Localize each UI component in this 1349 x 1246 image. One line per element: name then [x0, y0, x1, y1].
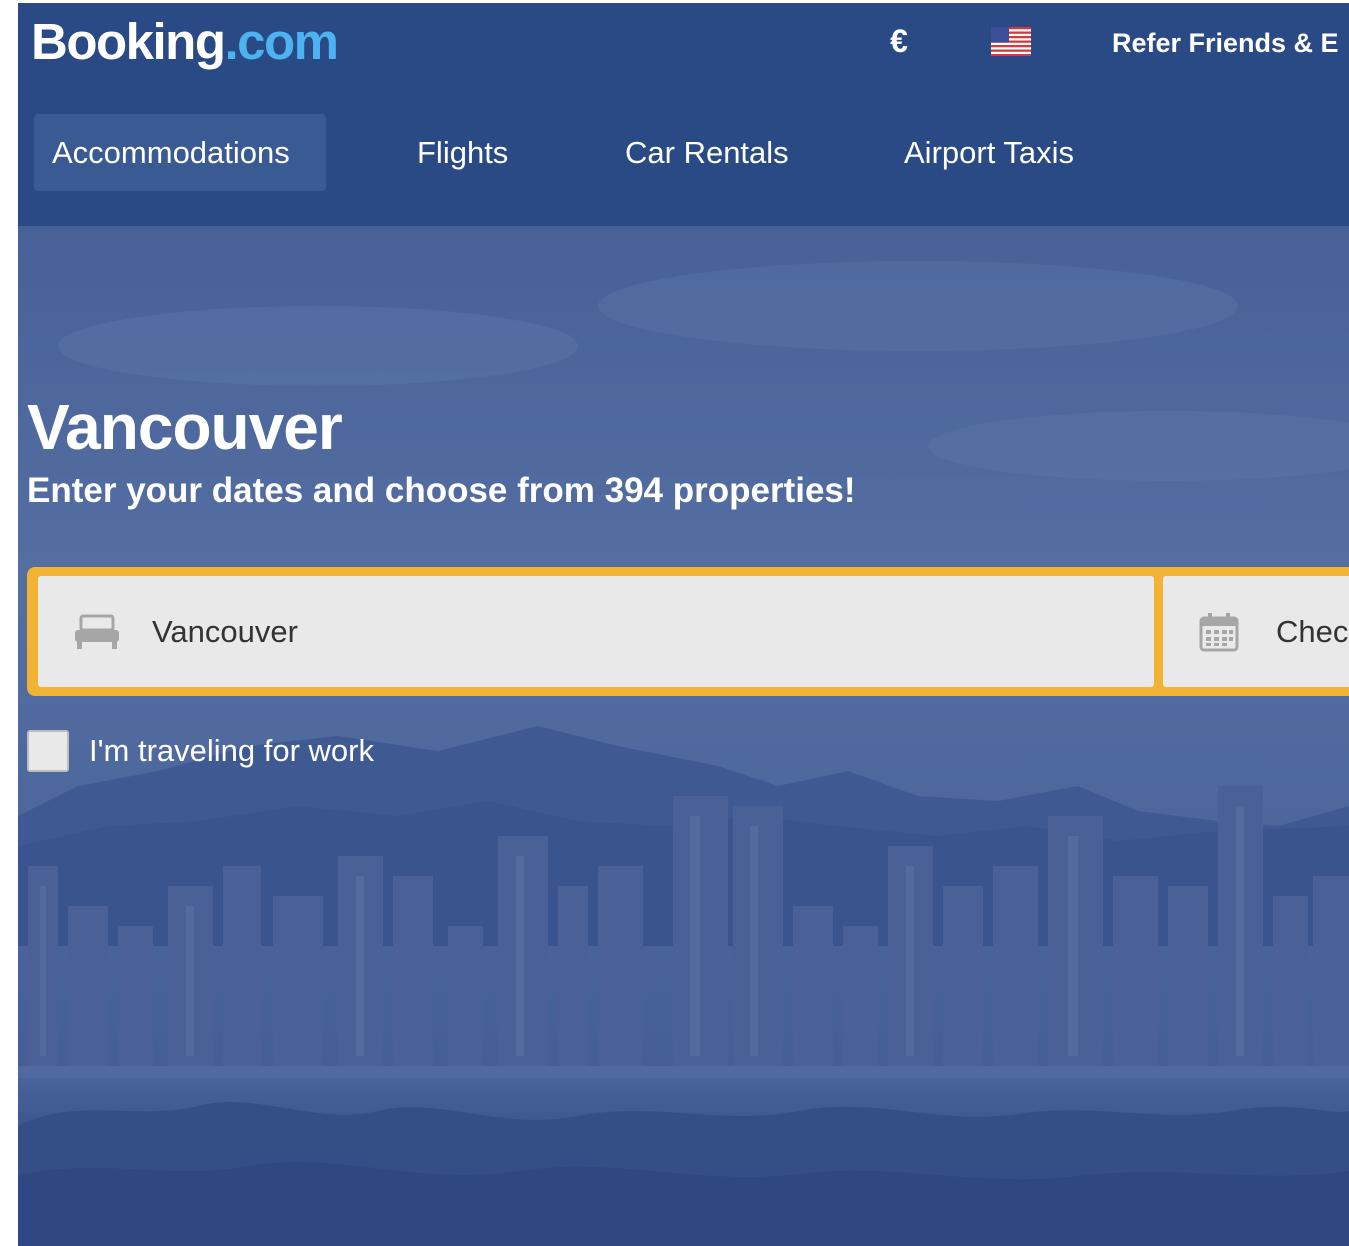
top-header: Booking.com € Refer Friends & E Accommod… [18, 3, 1349, 226]
work-travel-label[interactable]: I'm traveling for work [89, 731, 374, 771]
page-title: Vancouver [27, 391, 343, 463]
search-box: Vancouver Chec [27, 567, 1349, 696]
tab-car-rentals[interactable]: Car Rentals [607, 114, 807, 191]
refer-friends-link[interactable]: Refer Friends & E [1112, 25, 1339, 61]
checkin-label: Chec [1276, 614, 1349, 649]
logo-tld: .com [224, 13, 339, 70]
us-flag-icon [991, 27, 1031, 56]
calendar-icon [1199, 613, 1239, 652]
checkin-date-field[interactable]: Chec [1163, 576, 1349, 687]
tab-airport-taxis[interactable]: Airport Taxis [886, 114, 1092, 191]
booking-logo[interactable]: Booking.com [31, 9, 339, 75]
currency-selector-button[interactable]: € [884, 21, 914, 61]
logo-brand: Booking [31, 13, 226, 70]
destination-input[interactable]: Vancouver [38, 576, 1154, 687]
page-subtitle: Enter your dates and choose from 394 pro… [27, 471, 856, 510]
hero-section: Vancouver Enter your dates and choose fr… [18, 226, 1349, 1246]
tab-accommodations[interactable]: Accommodations [34, 114, 326, 191]
bed-icon [75, 614, 119, 649]
language-selector-button[interactable] [991, 27, 1031, 56]
destination-value: Vancouver [152, 614, 298, 649]
booking-page: Booking.com € Refer Friends & E Accommod… [18, 3, 1349, 1246]
work-travel-checkbox[interactable] [27, 730, 69, 772]
tab-flights[interactable]: Flights [399, 114, 526, 191]
